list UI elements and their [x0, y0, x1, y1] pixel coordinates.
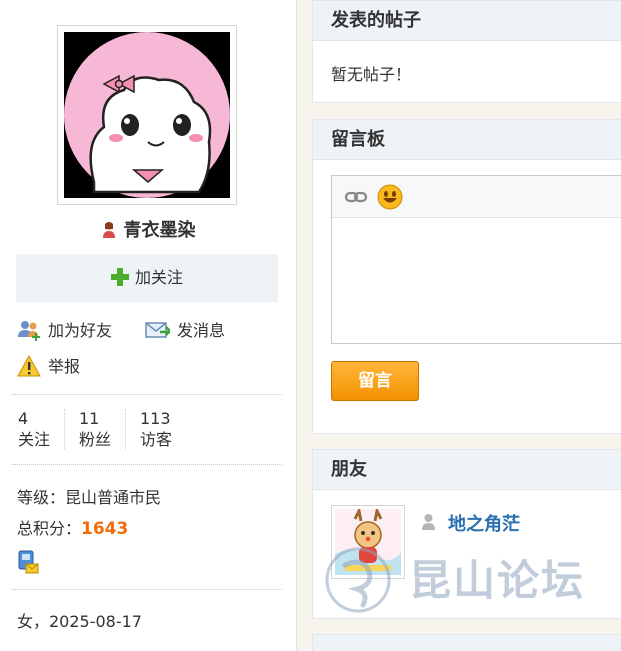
divider — [125, 409, 126, 449]
guestbook-title: 留言板 — [313, 120, 621, 160]
stat-count: 4 — [18, 409, 29, 428]
add-friend-label: 加为好友 — [48, 321, 113, 340]
username-text: 青衣墨染 — [123, 220, 196, 241]
stat-label: 粉丝 — [79, 430, 112, 449]
level-info: 等级：昆山普通市民 — [17, 484, 161, 508]
friend-avatar-image — [335, 506, 401, 575]
profile-sidebar: 青衣墨染 加关注 加为好友 发消息 举报 4 关注 11 粉丝 113 访客 等… — [0, 0, 297, 651]
report-label: 举报 — [48, 357, 81, 376]
next-panel-title — [313, 635, 621, 651]
message-icon — [145, 322, 171, 338]
next-panel — [312, 634, 621, 651]
add-friend-icon — [18, 321, 40, 341]
stat-label: 关注 — [18, 430, 51, 449]
guestbook-editor[interactable] — [331, 175, 621, 344]
credits-value: 1643 — [81, 519, 129, 539]
gender-birthday: 女，2025-08-17 — [17, 612, 142, 631]
divider — [12, 464, 282, 465]
friend-avatar[interactable] — [331, 505, 405, 579]
plus-icon — [110, 257, 129, 305]
stat-count: 11 — [79, 409, 100, 428]
warning-icon — [17, 354, 41, 377]
stat-visitors[interactable]: 113 访客 — [140, 408, 172, 450]
send-message-label: 发消息 — [177, 321, 226, 340]
smiley-icon[interactable] — [377, 184, 403, 214]
guestbook-panel: 留言板 留言 — [312, 119, 621, 434]
divider — [12, 394, 282, 395]
medal-icon[interactable] — [17, 550, 39, 578]
credits-label: 总积分： — [17, 519, 82, 538]
stat-following[interactable]: 4 关注 — [18, 408, 50, 450]
friend-name-link[interactable]: 地之角茫 — [448, 510, 520, 536]
send-message-link[interactable]: 发消息 — [145, 317, 225, 341]
credits-info: 总积分：1643 — [17, 515, 128, 539]
username: 青衣墨染 — [0, 216, 297, 243]
avatar[interactable] — [57, 25, 237, 205]
level-value: 昆山普通市民 — [65, 488, 162, 507]
stat-fans[interactable]: 11 粉丝 — [79, 408, 111, 450]
posts-empty-text: 暂无帖子！ — [331, 65, 412, 84]
link-icon[interactable] — [344, 189, 368, 208]
user-icon — [421, 513, 436, 534]
report-link[interactable]: 举报 — [17, 353, 80, 377]
stat-count: 113 — [140, 409, 171, 428]
avatar-image — [64, 32, 230, 198]
divider — [12, 589, 282, 590]
stat-label: 访客 — [140, 430, 173, 449]
posts-title: 发表的帖子 — [313, 1, 621, 41]
submit-message-button[interactable]: 留言 — [331, 361, 419, 401]
posts-panel: 发表的帖子 暂无帖子！ — [312, 0, 621, 103]
female-user-icon — [102, 221, 116, 243]
editor-toolbar — [332, 176, 621, 218]
divider — [64, 409, 65, 449]
follow-label: 加关注 — [134, 268, 183, 287]
level-label: 等级： — [17, 488, 66, 507]
add-friend-link[interactable]: 加为好友 — [17, 317, 112, 341]
friends-title: 朋友 — [313, 450, 621, 490]
friends-panel: 朋友 地之角茫 — [312, 449, 621, 619]
follow-button[interactable]: 加关注 — [16, 254, 278, 302]
